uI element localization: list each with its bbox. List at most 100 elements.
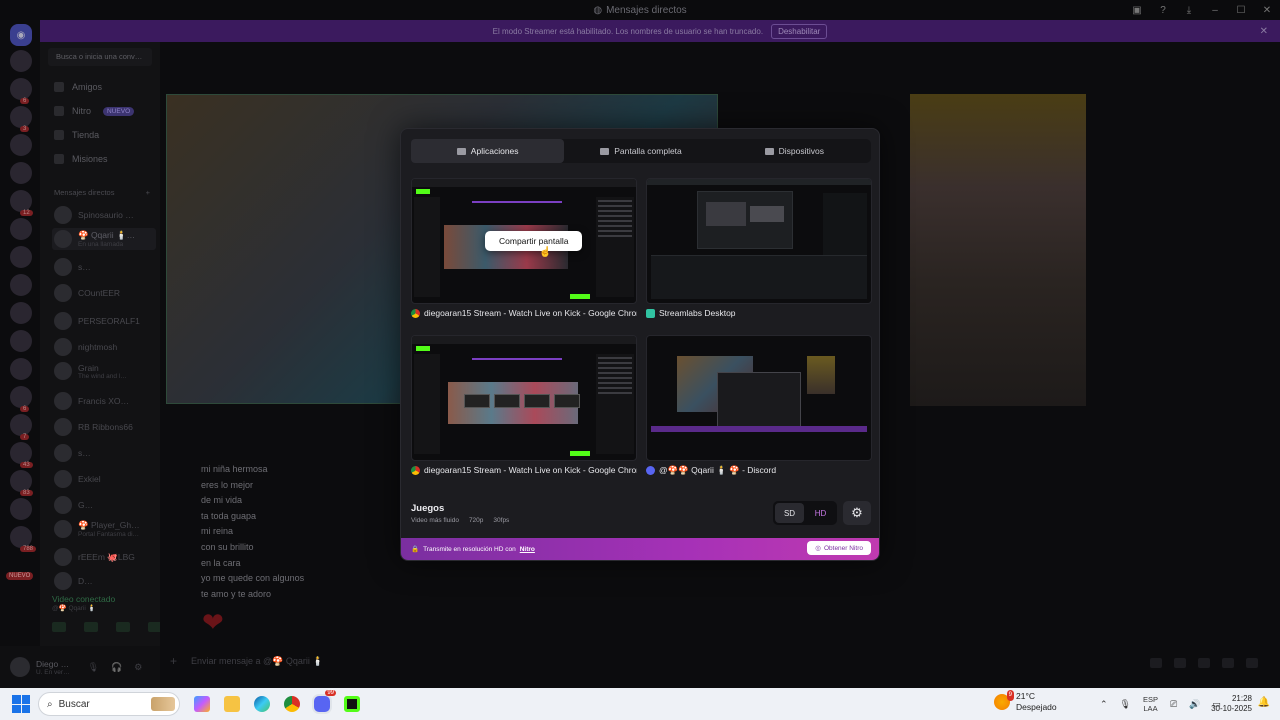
kick-icon[interactable] [340, 692, 364, 716]
mic-icon[interactable]: 🎙 [1120, 699, 1131, 710]
dm-item[interactable]: Spinosaurio … [54, 206, 158, 224]
add-attachment-icon[interactable]: + [170, 654, 177, 668]
dm-item[interactable]: PERSEORALF1 [54, 312, 158, 330]
clock[interactable]: 21:28 30-10-2025 [1211, 694, 1252, 714]
source-option[interactable]: Compartir pantalla ☝ diegoaran15 Stream … [411, 178, 637, 318]
sun-icon: 9 [994, 690, 1014, 710]
emoji-icon[interactable] [1222, 658, 1234, 668]
source-thumbnail[interactable] [646, 178, 872, 304]
tab-applications[interactable]: Aplicaciones [411, 139, 565, 163]
speaker-icon[interactable]: 🔊 [1189, 699, 1200, 710]
source-option[interactable]: diegoaran15 Stream - Watch Live on Kick … [411, 335, 637, 475]
dm-item[interactable]: COuntEER [54, 284, 158, 302]
avatar[interactable] [10, 657, 30, 677]
windows-start-icon[interactable] [12, 695, 30, 713]
unread-badge: 3 [20, 126, 30, 132]
server-avatar[interactable] [10, 134, 32, 156]
apps-icon[interactable] [1246, 658, 1258, 668]
camera-icon[interactable] [52, 622, 66, 632]
server-avatar[interactable] [10, 274, 32, 296]
dm-item-active[interactable]: 🍄 Qqarii 🕯️… En una llamada [52, 228, 156, 250]
sticker-icon[interactable] [1198, 658, 1210, 668]
composer-placeholder[interactable]: Enviar mensaje a @🍄 Qqarii 🕯️ [191, 656, 324, 667]
video-tile[interactable] [910, 94, 1086, 406]
nav-item-nitro[interactable]: Nitro NUEVO [54, 106, 135, 116]
nitro-link[interactable]: Nitro [520, 546, 535, 553]
dm-item[interactable]: rEEEm 🐙LBG [54, 548, 158, 566]
nav-item-quests[interactable]: Misiones [54, 154, 108, 164]
server-avatar[interactable] [10, 218, 32, 240]
stream-settings-button[interactable]: ⚙ [843, 501, 871, 525]
activity-icon[interactable] [116, 622, 130, 632]
server-avatar[interactable] [10, 470, 32, 492]
server-avatar[interactable] [10, 526, 32, 548]
headphones-icon[interactable]: 🎧 [111, 662, 122, 673]
screen-share-icon[interactable] [84, 622, 98, 632]
discord-icon[interactable]: 99 [310, 690, 336, 716]
close-icon[interactable]: ✕ [1260, 26, 1268, 37]
language-indicator[interactable]: ESP LAA [1143, 695, 1158, 713]
hd-button[interactable]: HD [806, 503, 835, 523]
gif-icon[interactable] [1174, 658, 1186, 668]
source-option[interactable]: @🍄🍄 Qqarii 🕯️ 🍄 - Discord [646, 335, 872, 476]
dm-item[interactable]: RB Ribbons66 [54, 418, 158, 436]
tab-full-screen[interactable]: Pantalla completa [564, 139, 717, 163]
dm-item[interactable]: Grain The wind and l… [54, 362, 158, 380]
source-thumbnail[interactable] [646, 335, 872, 461]
server-avatar[interactable] [10, 302, 32, 324]
file-explorer-icon[interactable] [220, 692, 244, 716]
weather-widget[interactable]: 9 21°C Despejado [994, 690, 1057, 713]
minimize-button[interactable]: – [1202, 5, 1228, 16]
server-avatar[interactable] [10, 78, 32, 100]
download-icon[interactable]: ⤓ [1176, 5, 1202, 16]
disable-streamer-button[interactable]: Deshabilitar [771, 23, 828, 39]
gift-icon[interactable] [1150, 658, 1162, 668]
dm-item[interactable]: 🍄 Player_Gh… Portal Fantasma di… [54, 520, 158, 538]
edge-icon[interactable] [250, 692, 274, 716]
add-dm-button[interactable]: + [146, 188, 150, 197]
friends-icon [54, 82, 64, 92]
source-thumbnail[interactable] [411, 335, 637, 461]
dm-item[interactable]: Francis XO… [54, 392, 158, 410]
close-window-button[interactable]: ✕ [1254, 5, 1280, 16]
server-avatar[interactable] [10, 246, 32, 268]
share-screen-tooltip[interactable]: Compartir pantalla [485, 231, 583, 251]
chrome-icon[interactable] [280, 692, 304, 716]
dm-item[interactable]: D… [54, 572, 158, 590]
dm-item[interactable]: G… [54, 496, 158, 514]
dm-item[interactable]: s… [54, 444, 158, 462]
source-option[interactable]: Streamlabs Desktop [646, 178, 872, 318]
help-icon[interactable]: ? [1150, 5, 1176, 16]
server-avatar[interactable] [10, 498, 32, 520]
server-avatar[interactable] [10, 358, 32, 380]
server-avatar[interactable] [10, 162, 32, 184]
inbox-icon[interactable]: ▣ [1124, 5, 1150, 16]
server-avatar[interactable] [10, 106, 32, 128]
server-avatar[interactable] [10, 190, 32, 212]
server-avatar[interactable] [10, 386, 32, 408]
dm-item[interactable]: Exkiel [54, 470, 158, 488]
get-nitro-button[interactable]: ◎ Obtener Nitro [807, 541, 871, 555]
dm-item[interactable]: s… [54, 258, 158, 276]
home-button[interactable]: ◉ [10, 24, 32, 46]
notification-bell-icon[interactable]: 🔔 [1258, 697, 1270, 708]
dm-item[interactable]: nightmosh [54, 338, 158, 356]
server-avatar[interactable] [10, 330, 32, 352]
source-thumbnail[interactable]: Compartir pantalla ☝ [411, 178, 637, 304]
tab-devices[interactable]: Dispositivos [718, 139, 871, 163]
nav-item-shop[interactable]: Tienda [54, 130, 99, 140]
chevron-up-icon[interactable]: ⌃ [1100, 699, 1108, 710]
sd-button[interactable]: SD [775, 503, 804, 523]
gear-icon[interactable]: ⚙ [134, 662, 142, 673]
search-input[interactable]: Busca o inicia una conv… [48, 48, 152, 66]
server-avatar[interactable] [10, 50, 32, 72]
copilot-icon[interactable] [190, 692, 214, 716]
taskbar-search[interactable]: ⌕ Buscar [38, 692, 180, 716]
network-icon[interactable]: ⎚ [1170, 699, 1177, 710]
message-composer[interactable]: + Enviar mensaje a @🍄 Qqarii 🕯️ [170, 654, 324, 668]
mic-icon[interactable]: 🎙 [88, 662, 99, 673]
maximize-button[interactable]: ☐ [1228, 5, 1254, 16]
server-avatar[interactable] [10, 414, 32, 436]
nav-item-friends[interactable]: Amigos [54, 82, 102, 92]
server-avatar[interactable] [10, 442, 32, 464]
